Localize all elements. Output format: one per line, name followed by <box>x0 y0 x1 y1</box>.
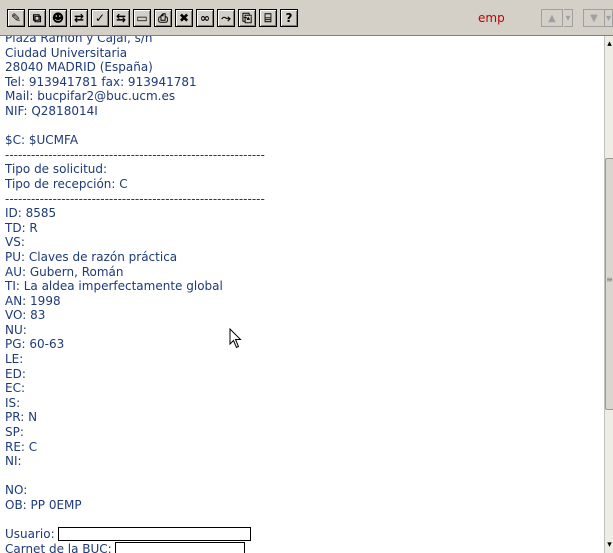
arrow-up-icon: ▲ <box>548 12 556 24</box>
request-text-lines: Plaza Ramón y Cajal, s/n Ciudad Universit… <box>5 36 265 553</box>
text-line: EC: <box>5 381 26 396</box>
scrollbar-thumb[interactable]: ≡ <box>605 158 613 410</box>
transfer-icon: ⇆ <box>115 11 127 25</box>
carnet-buc-input[interactable] <box>114 542 245 553</box>
carnet-buc-label: Carnet de la BUC: <box>5 541 112 553</box>
transfer-button[interactable]: ⇆ <box>112 9 130 27</box>
users-button[interactable]: ☻ <box>49 9 67 27</box>
separator-line: ----------------------------------------… <box>5 191 265 206</box>
usuario-label: Usuario: <box>5 527 55 542</box>
text-line: Plaza Ramón y Cajal, s/n <box>5 36 153 45</box>
usuario-row: Usuario: <box>5 527 265 542</box>
binoculars-icon: ∞ <box>200 11 210 25</box>
text-line <box>5 513 265 528</box>
arrow-down-icon: ▼ <box>590 12 598 24</box>
previous-record-button[interactable]: ▲ <box>541 9 563 27</box>
dropdown-icon: ▾ <box>565 12 571 24</box>
text-line: OB: PP 0EMP <box>5 498 82 512</box>
scroll-up-icon[interactable]: ▴ <box>605 37 613 51</box>
window-icon: ▭ <box>136 11 148 25</box>
text-line: 28040 MADRID (España) <box>5 60 153 75</box>
help-icon: ? <box>285 11 293 25</box>
text-line: IS: <box>5 395 21 410</box>
text-line: NU: <box>5 322 27 337</box>
dropdown-icon: ▾ <box>605 12 612 24</box>
edit-button[interactable]: ✎ <box>7 9 25 27</box>
text-line: Tel: 913941781 fax: 913941781 <box>5 74 197 89</box>
delete-button[interactable]: ✖ <box>175 9 193 27</box>
request-detail-text: Plaza Ramón y Cajal, s/n Ciudad Universit… <box>0 36 604 553</box>
text-line: Mail: bucpifar2@buc.ucm.es <box>5 89 176 104</box>
text-line: Tipo de recepción: C <box>5 176 128 191</box>
text-line: RE: C <box>5 439 38 454</box>
text-line: AU: Gubern, Román <box>5 264 124 279</box>
copy-button[interactable]: ⧉ <box>28 9 46 27</box>
text-line: NI: <box>5 454 22 469</box>
binoculars-button[interactable]: ∞ <box>196 9 214 27</box>
user-label: emp <box>478 11 505 25</box>
window-button[interactable]: ▭ <box>133 9 151 27</box>
toolbar: ✎ ⧉ ☻ ⇄ ✓ ⇆ ▭ ⎙ ✖ ∞ ⤳ ⎘ ⌸? emp ▲ ▾ ▼ ▾ <box>0 0 613 36</box>
edit-icon: ✎ <box>10 11 22 25</box>
toolbar-button-group: ✎ ⧉ ☻ ⇄ ✓ ⇆ ▭ ⎙ ✖ ∞ ⤳ ⎘ ⌸? <box>7 7 301 29</box>
form-button[interactable]: ⌸ <box>259 9 277 27</box>
delete-icon: ✖ <box>178 11 190 25</box>
text-line: AN: 1998 <box>5 293 61 308</box>
text-line: SP: <box>5 425 24 440</box>
text-line <box>5 119 265 134</box>
mouse-cursor-icon <box>229 328 242 349</box>
print-icon: ⎙ <box>158 11 168 25</box>
usuario-input[interactable] <box>57 527 251 542</box>
text-line: VO: 83 <box>5 308 46 323</box>
text-line <box>5 469 265 484</box>
text-line: ED: <box>5 366 26 381</box>
user-swap-icon: ⇄ <box>73 11 85 25</box>
route-icon: ⤳ <box>221 11 231 25</box>
previous-record-dropdown[interactable]: ▾ <box>564 9 573 27</box>
paste-button[interactable]: ⎘ <box>238 9 256 27</box>
user-swap-button[interactable]: ⇄ <box>70 9 88 27</box>
text-line: TD: R <box>5 220 38 235</box>
text-line: Tipo de solicitud: <box>5 162 108 177</box>
route-button[interactable]: ⤳ <box>217 9 235 27</box>
text-line: LE: <box>5 352 24 367</box>
separator-line: ----------------------------------------… <box>5 147 265 162</box>
text-line: VS: <box>5 235 25 250</box>
users-icon: ☻ <box>51 11 65 25</box>
text-line: PR: N <box>5 410 38 425</box>
help-button[interactable]: ? <box>280 9 298 27</box>
paste-icon: ⎘ <box>242 11 252 25</box>
grip-icon: ≡ <box>606 275 613 284</box>
print-button[interactable]: ⎙ <box>154 9 172 27</box>
next-record-dropdown[interactable]: ▾ <box>605 9 613 27</box>
text-line: Ciudad Universitaria <box>5 45 128 60</box>
text-line: TI: La aldea imperfectamente global <box>5 279 223 294</box>
text-line: NIF: Q2818014I <box>5 103 98 118</box>
text-line: PG: 60-63 <box>5 337 65 352</box>
next-record-button[interactable]: ▼ <box>583 9 605 27</box>
copy-icon: ⧉ <box>32 11 42 25</box>
carnet-buc-row: Carnet de la BUC: <box>5 542 265 553</box>
text-line: PU: Claves de razón práctica <box>5 249 178 264</box>
scroll-down-icon[interactable]: ▾ <box>605 538 613 552</box>
vertical-scrollbar[interactable]: ▴ ≡ ▾ <box>604 36 613 553</box>
text-line: ID: 8585 <box>5 206 57 221</box>
form-icon: ⌸ <box>264 11 272 25</box>
check-button[interactable]: ✓ <box>91 9 109 27</box>
text-line: $C: $UCMFA <box>5 133 79 148</box>
check-icon: ✓ <box>94 11 106 25</box>
text-line: NO: <box>5 483 28 498</box>
